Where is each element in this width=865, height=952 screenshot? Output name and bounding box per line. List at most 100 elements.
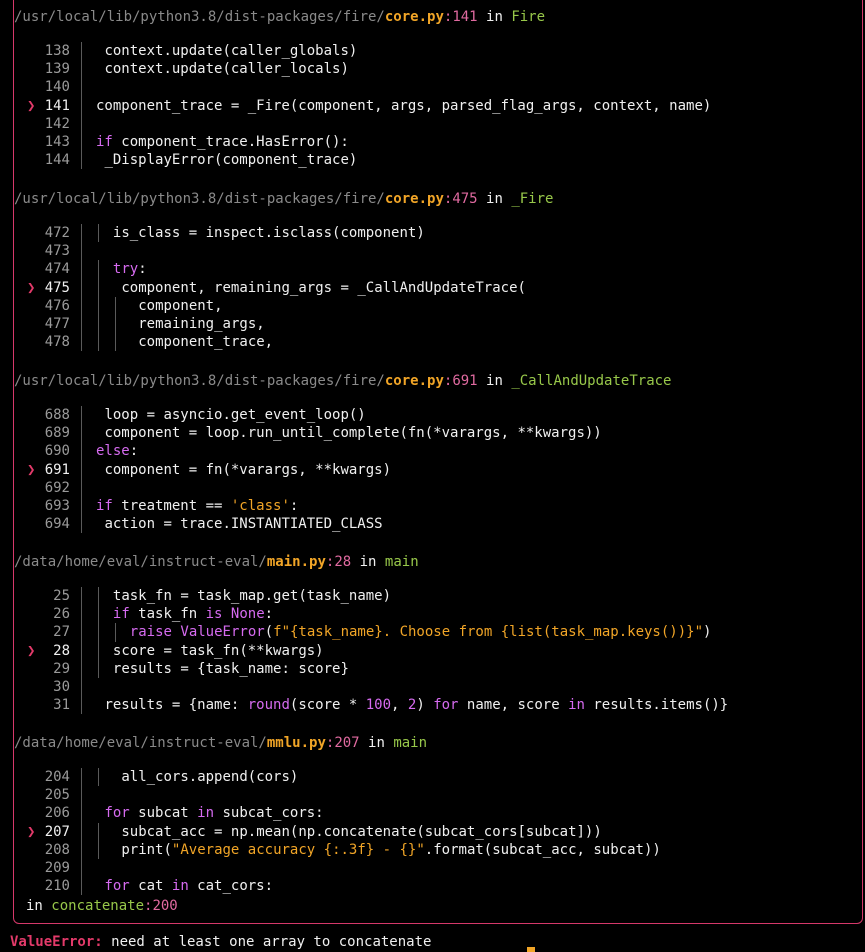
code-text: context.update(caller_globals) [104,43,358,59]
code-text: task_fn = task_map.get(task_name) [112,588,392,604]
indent-guide [81,96,82,115]
indent-guide [81,60,82,79]
indent-guide [81,877,82,896]
indent-guide [97,840,99,859]
indent-guide [81,587,82,606]
frame-file: mmlu.py [266,735,326,751]
line-number: 694 [44,516,70,533]
frame-path: /usr/local/lib/python3.8/dist-packages/f… [14,9,385,25]
frame-function: main [393,735,428,751]
code-text: action = trace.INSTANTIATED_CLASS [104,516,383,533]
indent-guide [81,515,82,534]
line-number: 31 [53,697,70,714]
frame-line: :691 [443,373,478,389]
frame-line: :141 [443,9,478,25]
line-number: 27 [53,624,70,641]
terminal-cursor [527,947,535,952]
frame-line: :475 [443,191,478,207]
error-text: need at least one array to concatenate [102,934,432,950]
indent-guide [97,822,99,841]
line-number: 472 [44,225,70,241]
indent-guide [97,296,99,315]
indent-guide [97,333,99,352]
line-number: 28 [53,642,70,659]
indent-guide [81,497,82,516]
indent-guide [97,278,99,297]
line-number: 691 [44,461,70,478]
indent-guide [81,224,82,243]
line-number: 140 [44,79,70,96]
indent-guide [81,151,82,170]
indent-guide [97,641,99,660]
indent-guide [81,260,82,279]
frame-function: Fire [511,9,546,25]
line-number: 476 [44,297,70,314]
frame-path: /usr/local/lib/python3.8/dist-packages/f… [14,191,385,207]
code-text: for subcat in subcat_cors: [104,805,324,822]
code-text: component, remaining_args = _CallAndUpda… [121,279,526,296]
indent-guide [81,605,82,624]
indent-guide [81,768,82,787]
indent-guide [81,296,82,315]
line-number: 142 [44,115,70,132]
indent-guide [97,623,99,642]
line-number: 473 [44,243,70,260]
code-text: score = task_fn(**kwargs) [112,642,324,659]
frame-in: in [477,9,512,25]
frame-function: _CallAndUpdateTrace [511,373,672,389]
frame-line: :28 [325,554,352,570]
tail-line: :200 [144,898,178,914]
indent-guide [97,260,99,279]
line-number: 207 [44,823,70,840]
indent-guide [81,859,82,878]
code-text: if task_fn is None: [112,606,274,623]
line-number: 474 [44,261,70,278]
frame-header: /usr/local/lib/python3.8/dist-packages/f… [14,8,545,26]
line-number: 208 [44,841,70,858]
indent-guide [114,296,116,315]
frame-file: core.py [384,373,444,389]
indent-guide [81,840,82,859]
traceback-tail: in concatenate:200 [26,897,178,915]
frame-in: in [351,554,385,570]
indent-guide [81,133,82,152]
frame-path: /usr/local/lib/python3.8/dist-packages/f… [14,373,385,389]
code-text: raise ValueError(f"{task_name}. Choose f… [129,624,712,641]
indent-guide [97,605,99,624]
line-number: 689 [44,425,70,442]
frame-file: core.py [384,191,444,207]
line-number: 25 [53,588,70,604]
line-number: 144 [44,152,70,169]
indent-guide [97,315,99,334]
indent-guide [81,659,82,678]
frame-header: /data/home/eval/instruct-eval/main.py:28… [14,553,419,571]
tail-prefix: in [26,898,52,914]
frame-header: /data/home/eval/instruct-eval/mmlu.py:20… [14,734,427,752]
indent-guide [81,478,82,497]
code-text: if component_trace.HasError(): [96,134,349,150]
indent-guide [81,333,82,352]
frame-path: /data/home/eval/instruct-eval/ [14,554,267,570]
line-number: 143 [44,134,70,150]
indent-guide [81,623,82,642]
line-number: 693 [44,498,70,514]
code-text: component = loop.run_until_complete(fn(*… [104,425,602,442]
frame-in: in [477,373,512,389]
indent-guide [97,659,99,678]
code-text: results = {name: round(score * 100, 2) f… [104,697,729,714]
tail-function: concatenate [51,898,145,914]
code-text: else: [96,443,139,460]
line-number: 138 [44,43,70,59]
line-number: 690 [44,443,70,460]
code-text: component, [138,297,223,314]
line-number: 205 [44,787,70,804]
line-number: 29 [53,660,70,677]
line-number: 209 [44,860,70,876]
code-text: print("Average accuracy {:.3f} - {}".for… [121,841,661,858]
line-number: 30 [53,679,70,695]
error-type: ValueError: [10,934,103,950]
line-number: 688 [44,407,70,423]
code-text: component = fn(*varargs, **kwargs) [104,461,392,478]
frame-line: :207 [325,735,360,751]
code-text: loop = asyncio.get_event_loop() [104,407,366,423]
